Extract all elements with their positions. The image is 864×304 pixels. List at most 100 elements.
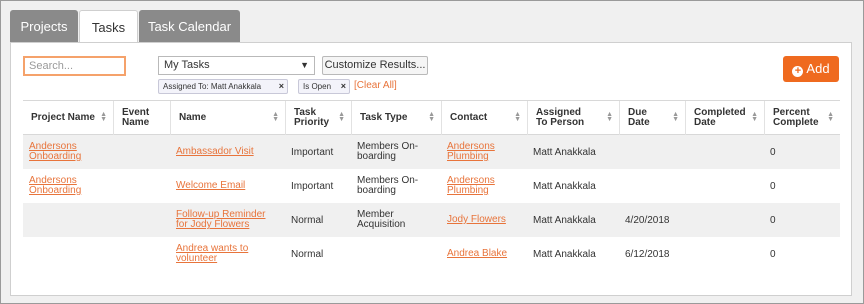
priority-text: Normal — [291, 248, 324, 260]
sort-icon: ▲ ▼ — [514, 111, 521, 123]
col-label: Event Name — [122, 107, 150, 128]
tab-projects[interactable]: Projects — [10, 10, 78, 43]
sort-icon: ▲ ▼ — [672, 111, 679, 123]
cell-contact: Andrea Blake — [441, 237, 527, 271]
task-name-link[interactable]: Ambassador Visit — [176, 147, 254, 157]
customize-results-button[interactable]: Customize Results... — [322, 56, 428, 75]
table-row: Andersons Onboarding Welcome Email Impor… — [23, 169, 840, 203]
plus-icon: + — [792, 66, 804, 77]
sort-icon: ▲ ▼ — [751, 111, 758, 123]
cell-event — [113, 237, 170, 271]
project-link[interactable]: Andersons Onboarding — [29, 176, 107, 196]
task-name-link[interactable]: Follow-up Reminder for Jody Flowers — [176, 210, 279, 230]
col-task-type[interactable]: Task Type ▲ ▼ — [351, 101, 441, 135]
add-button[interactable]: + Add — [783, 56, 839, 82]
due-text: 6/12/2018 — [625, 248, 670, 260]
col-due-date[interactable]: Due Date ▲ ▼ — [619, 101, 685, 135]
col-task-priority[interactable]: Task Priority ▲ ▼ — [285, 101, 351, 135]
cell-due: 4/20/2018 — [619, 203, 685, 237]
cell-contact: Andersons Plumbing — [441, 135, 527, 169]
cell-assigned: Matt Anakkala — [527, 237, 619, 271]
contact-link[interactable]: Andersons Plumbing — [447, 176, 521, 196]
col-label: Task Type — [360, 112, 408, 123]
col-name[interactable]: Name ▲ ▼ — [170, 101, 285, 135]
task-name-link[interactable]: Welcome Email — [176, 181, 245, 191]
col-label: Project Name — [31, 112, 95, 123]
cell-name: Welcome Email — [170, 169, 285, 203]
cell-due — [619, 135, 685, 169]
task-name-link[interactable]: Andrea wants to volunteer — [176, 244, 279, 264]
app-frame: Projects Tasks Task Calendar My Tasks ▼ … — [0, 0, 864, 304]
cell-assigned: Matt Anakkala — [527, 203, 619, 237]
cell-contact: Andersons Plumbing — [441, 169, 527, 203]
view-select[interactable]: My Tasks ▼ — [158, 56, 315, 75]
col-label: Name — [179, 112, 207, 123]
col-percent-complete[interactable]: Percent Complete ▲ ▼ — [764, 101, 840, 135]
percent-text: 0 — [770, 180, 776, 192]
col-event-name[interactable]: Event Name — [113, 101, 170, 135]
col-assigned-to[interactable]: Assigned To Person ▲ ▼ — [527, 101, 619, 135]
cell-project: Andersons Onboarding — [23, 135, 113, 169]
percent-text: 0 — [770, 146, 776, 158]
type-text: Members On-boarding — [357, 175, 419, 196]
due-text: 4/20/2018 — [625, 214, 670, 226]
col-label: Completed Date — [694, 107, 746, 128]
cell-priority: Important — [285, 169, 351, 203]
col-contact[interactable]: Contact ▲ ▼ — [441, 101, 527, 135]
cell-project: Andersons Onboarding — [23, 169, 113, 203]
assigned-text: Matt Anakkala — [533, 146, 596, 158]
cell-name: Ambassador Visit — [170, 135, 285, 169]
filter-chip-assigned: Assigned To: Matt Anakkala × — [158, 79, 288, 94]
view-select-value: My Tasks — [164, 59, 210, 71]
clear-all-link[interactable]: [Clear All] — [354, 78, 397, 93]
priority-text: Important — [291, 146, 334, 158]
assigned-text: Matt Anakkala — [533, 248, 596, 260]
cell-name: Follow-up Reminder for Jody Flowers — [170, 203, 285, 237]
add-button-label: Add — [806, 61, 830, 76]
filter-chip-open: Is Open × — [298, 79, 350, 94]
type-text: Member Acquisition — [357, 209, 406, 230]
col-label: Contact — [450, 112, 488, 123]
table-header: Project Name ▲ ▼ Event Name Name ▲ ▼ Task Pr… — [23, 101, 840, 135]
col-label: Percent Complete — [773, 107, 819, 128]
cell-completed — [685, 135, 764, 169]
cell-name: Andrea wants to volunteer — [170, 237, 285, 271]
assigned-text: Matt Anakkala — [533, 180, 596, 192]
cell-completed — [685, 169, 764, 203]
cell-type: Members On-boarding — [351, 135, 441, 169]
cell-due — [619, 169, 685, 203]
col-label: Task Priority — [294, 107, 330, 128]
contact-link[interactable]: Andrea Blake — [447, 249, 507, 259]
contact-link[interactable]: Jody Flowers — [447, 215, 506, 225]
cell-assigned: Matt Anakkala — [527, 135, 619, 169]
search-input[interactable] — [23, 56, 126, 76]
col-label: Assigned To Person — [536, 107, 585, 128]
col-project-name[interactable]: Project Name ▲ ▼ — [23, 101, 113, 135]
table-row: Follow-up Reminder for Jody Flowers Norm… — [23, 203, 840, 237]
cell-event — [113, 169, 170, 203]
col-completed-date[interactable]: Completed Date ▲ ▼ — [685, 101, 764, 135]
table-row: Andrea wants to volunteer Normal Andrea … — [23, 237, 840, 271]
cell-due: 6/12/2018 — [619, 237, 685, 271]
tab-tasks[interactable]: Tasks — [79, 10, 138, 44]
chevron-down-icon: ▼ — [300, 60, 309, 70]
remove-filter-icon[interactable]: × — [279, 80, 284, 93]
cell-contact: Jody Flowers — [441, 203, 527, 237]
filter-chip-label: Is Open — [303, 82, 332, 91]
cell-percent: 0 — [764, 203, 840, 237]
sort-icon: ▲ ▼ — [100, 111, 107, 123]
priority-text: Normal — [291, 214, 324, 226]
cell-event — [113, 135, 170, 169]
tab-task-calendar[interactable]: Task Calendar — [139, 10, 240, 43]
cell-type: Members On-boarding — [351, 169, 441, 203]
cell-priority: Normal — [285, 203, 351, 237]
cell-percent: 0 — [764, 135, 840, 169]
percent-text: 0 — [770, 214, 776, 226]
remove-filter-icon[interactable]: × — [341, 80, 346, 93]
cell-percent: 0 — [764, 237, 840, 271]
sort-icon: ▲ ▼ — [272, 111, 279, 123]
assigned-text: Matt Anakkala — [533, 214, 596, 226]
contact-link[interactable]: Andersons Plumbing — [447, 142, 521, 162]
cell-type — [351, 237, 441, 271]
project-link[interactable]: Andersons Onboarding — [29, 142, 107, 162]
